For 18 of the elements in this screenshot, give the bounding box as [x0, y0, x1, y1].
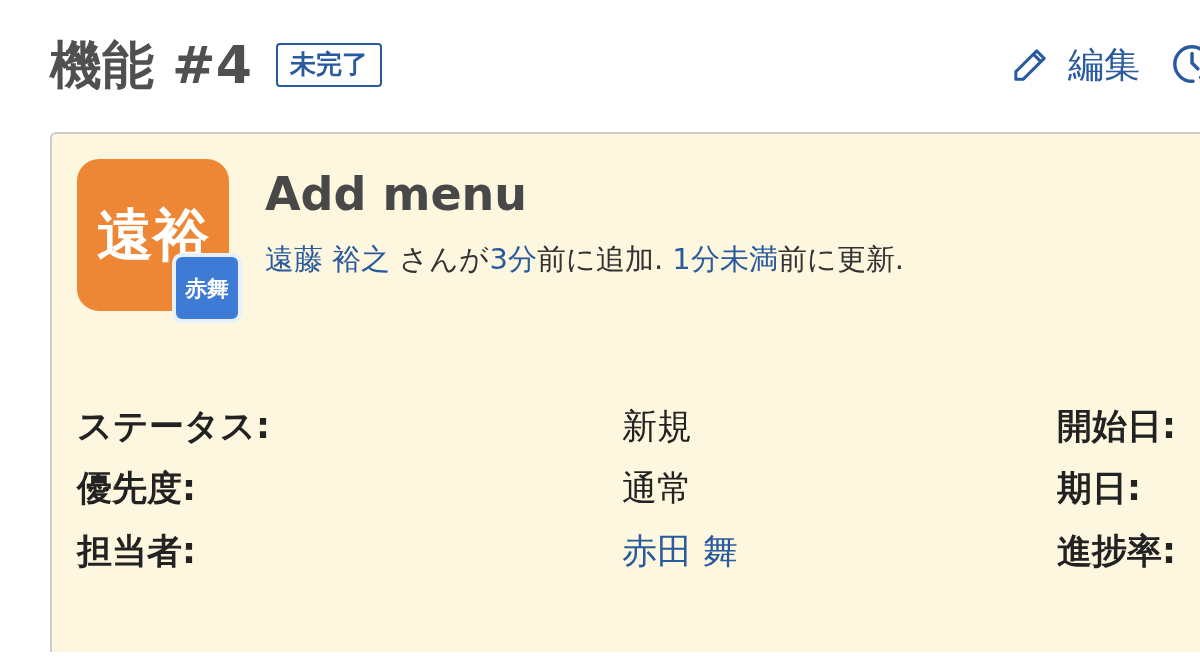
field-value: 通常	[622, 468, 693, 509]
assignee-avatar: 赤舞	[172, 253, 242, 323]
byline: 遠藤 裕之 さんが3分前に追加. 1分未満前に更新.	[265, 241, 904, 279]
field-label: 期日:	[1057, 468, 1142, 509]
field-label: ステータス:	[77, 406, 271, 447]
field-label: 担当者:	[77, 530, 197, 571]
byline-link[interactable]: 3分	[489, 242, 537, 277]
issue-subject: Add menu	[265, 167, 529, 223]
byline-link[interactable]: 1分未満	[672, 242, 778, 277]
edit-link[interactable]: 編集	[1010, 38, 1140, 92]
status-badge: 未完了	[275, 43, 382, 87]
field-value: 新規	[622, 406, 693, 447]
field-label: 進捗率:	[1057, 530, 1177, 571]
byline-link[interactable]: 遠藤 裕之	[265, 242, 391, 277]
field-value-link[interactable]: 赤田 舞	[622, 530, 739, 571]
field-label: 優先度:	[77, 468, 197, 509]
issue-title: 機能 #4	[50, 39, 252, 91]
field-label: 開始日:	[1057, 406, 1177, 447]
